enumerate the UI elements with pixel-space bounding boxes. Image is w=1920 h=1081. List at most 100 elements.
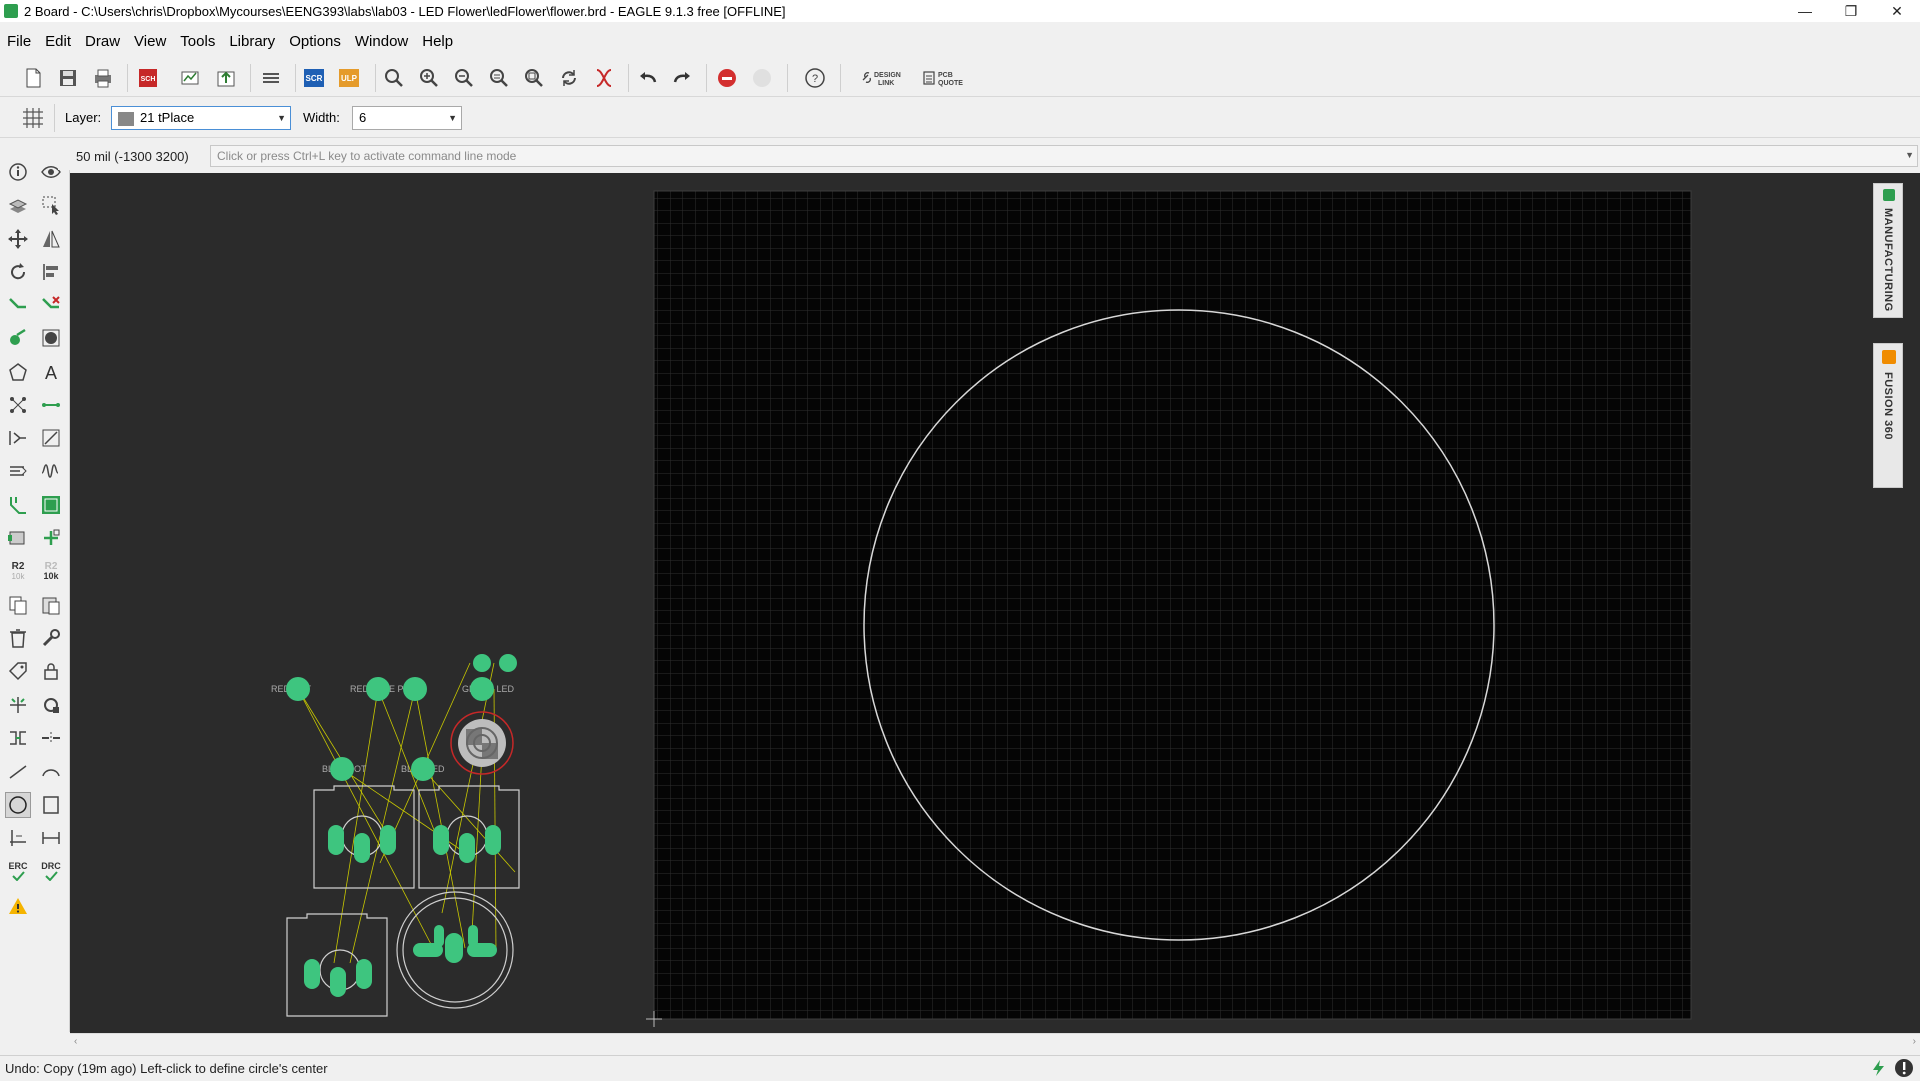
line-icon[interactable]: [5, 759, 31, 785]
zoom-in-icon[interactable]: [416, 65, 442, 91]
autorouter-icon[interactable]: [5, 325, 31, 351]
check-icon: [45, 871, 58, 881]
align-icon[interactable]: [38, 259, 64, 285]
manufacturing-tab[interactable]: MANUFACTURING: [1873, 183, 1903, 318]
drc-button[interactable]: DRC: [38, 858, 64, 884]
measure-icon[interactable]: [38, 825, 64, 851]
menu-help[interactable]: Help: [415, 33, 460, 50]
menu-window[interactable]: Window: [348, 33, 415, 50]
save-icon[interactable]: [55, 65, 81, 91]
restore-button[interactable]: ❐: [1828, 0, 1874, 22]
split-icon[interactable]: [38, 725, 64, 751]
menu-view[interactable]: View: [127, 33, 173, 50]
circle-icon[interactable]: [5, 792, 31, 818]
layer-settings-icon[interactable]: [258, 65, 284, 91]
smash-icon[interactable]: [5, 692, 31, 718]
arc-icon[interactable]: [38, 759, 64, 785]
r2b-sublabel: 10k: [43, 570, 59, 581]
menu-file[interactable]: File: [0, 33, 38, 50]
redo-icon[interactable]: [669, 65, 695, 91]
layer-color-swatch: [118, 111, 134, 126]
print-icon[interactable]: [90, 65, 116, 91]
name-tool[interactable]: R2 10k: [5, 558, 31, 584]
scroll-left-icon[interactable]: ‹: [74, 1036, 77, 1047]
via-icon[interactable]: [38, 325, 64, 351]
route-icon[interactable]: [5, 292, 31, 318]
dimension-icon[interactable]: [5, 825, 31, 851]
erc-button[interactable]: ERC: [5, 858, 31, 884]
scroll-right-icon[interactable]: ›: [1913, 1036, 1916, 1047]
attribute-icon[interactable]: [5, 658, 31, 684]
zoom-fit-icon[interactable]: [381, 65, 407, 91]
rectangle-icon[interactable]: [38, 792, 64, 818]
board-editor-canvas[interactable]: RED POT RED BLUE POT GREEN LED BLUE POT …: [70, 173, 1920, 1033]
line-slant-icon[interactable]: [38, 425, 64, 451]
design-link-button[interactable]: DESIGN LINK: [860, 65, 908, 91]
export-icon[interactable]: [213, 65, 239, 91]
alert-icon[interactable]: [1894, 1058, 1914, 1081]
menu-edit[interactable]: Edit: [38, 33, 78, 50]
copy-icon[interactable]: [5, 592, 31, 618]
layer-select[interactable]: 21 tPlace ▼: [111, 106, 291, 130]
menu-tools[interactable]: Tools: [173, 33, 222, 50]
change-icon[interactable]: [38, 692, 64, 718]
parts-cluster[interactable]: RED POT RED BLUE POT GREEN LED BLUE POT …: [271, 654, 520, 1017]
menu-library[interactable]: Library: [222, 33, 282, 50]
lightning-icon[interactable]: [1870, 1059, 1888, 1080]
zoom-select-icon[interactable]: [521, 65, 547, 91]
value-tool[interactable]: R2 10k: [38, 558, 64, 584]
command-line-input[interactable]: Click or press Ctrl+L key to activate co…: [210, 145, 1918, 167]
menu-options[interactable]: Options: [282, 33, 348, 50]
paste-icon[interactable]: [38, 592, 64, 618]
waveform-icon[interactable]: [38, 458, 64, 484]
menu-draw[interactable]: Draw: [78, 33, 127, 50]
mirror-icon[interactable]: [38, 226, 64, 252]
route-multi-icon[interactable]: [5, 492, 31, 518]
net-icon[interactable]: [5, 392, 31, 418]
design-link-line2: LINK: [878, 80, 894, 87]
redraw-icon[interactable]: [556, 65, 582, 91]
minimize-button[interactable]: —: [1782, 0, 1828, 22]
zoom-last-icon[interactable]: [486, 65, 512, 91]
move-icon[interactable]: [5, 226, 31, 252]
add-part-icon[interactable]: [5, 525, 31, 551]
ulp-icon[interactable]: ULP: [337, 65, 363, 91]
meander-icon[interactable]: [5, 458, 31, 484]
width-select[interactable]: 6 ▼: [352, 106, 462, 130]
text-icon[interactable]: A: [38, 359, 64, 385]
delete-icon[interactable]: [5, 625, 31, 651]
undo-icon[interactable]: [635, 65, 661, 91]
zoom-out-icon[interactable]: [451, 65, 477, 91]
pcb-quote-button[interactable]: PCB QUOTE: [922, 65, 970, 91]
schematic-icon[interactable]: SCH: [135, 65, 161, 91]
wrench-icon[interactable]: [38, 625, 64, 651]
rotate-icon[interactable]: [5, 259, 31, 285]
info-icon[interactable]: [5, 159, 31, 185]
layers-icon[interactable]: [5, 192, 31, 218]
script-icon[interactable]: SCR: [302, 65, 328, 91]
board-area[interactable]: [653, 190, 1692, 1020]
board-outline-icon[interactable]: [38, 492, 64, 518]
polygon-icon[interactable]: [5, 359, 31, 385]
warning-icon[interactable]: [5, 893, 31, 919]
replace-part-icon[interactable]: [38, 525, 64, 551]
grid-icon[interactable]: [20, 105, 46, 131]
chevron-down-icon[interactable]: ▼: [1905, 150, 1914, 160]
r2-label: R2: [11, 560, 25, 572]
horizontal-scrollbar[interactable]: ‹ ›: [70, 1033, 1920, 1053]
lock-icon[interactable]: [38, 658, 64, 684]
selected-led-part[interactable]: [450, 711, 514, 775]
fusion-360-tab[interactable]: FUSION 360: [1873, 343, 1903, 488]
cam-processor-icon[interactable]: [177, 65, 203, 91]
bus-icon[interactable]: [5, 425, 31, 451]
go-icon[interactable]: [749, 65, 775, 91]
ripup-icon[interactable]: [38, 292, 64, 318]
swap-icon[interactable]: [5, 725, 31, 751]
help-icon[interactable]: ?: [802, 65, 828, 91]
select-group-icon[interactable]: [38, 192, 64, 218]
new-file-icon[interactable]: [20, 65, 46, 91]
wire-icon[interactable]: [38, 392, 64, 418]
ratsnest-icon[interactable]: [591, 65, 617, 91]
close-button[interactable]: ✕: [1874, 0, 1920, 22]
stop-icon[interactable]: [714, 65, 740, 91]
